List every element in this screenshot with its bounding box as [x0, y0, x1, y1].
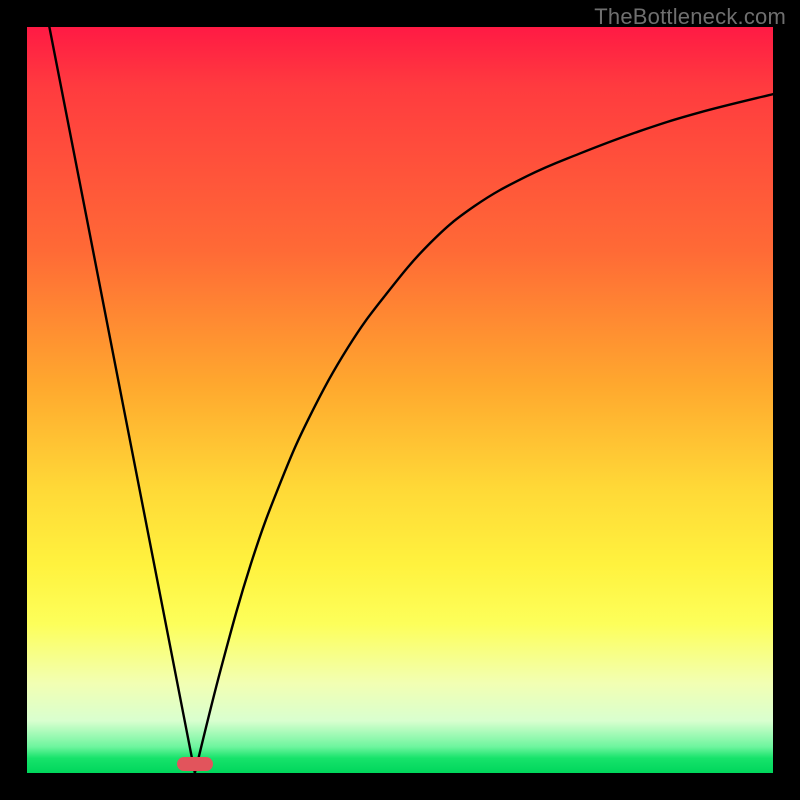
chart-frame: TheBottleneck.com	[0, 0, 800, 800]
watermark-text: TheBottleneck.com	[594, 4, 786, 30]
minimum-marker	[177, 757, 213, 771]
curve-path	[49, 27, 773, 773]
plot-area	[27, 27, 773, 773]
bottleneck-curve	[27, 27, 773, 773]
